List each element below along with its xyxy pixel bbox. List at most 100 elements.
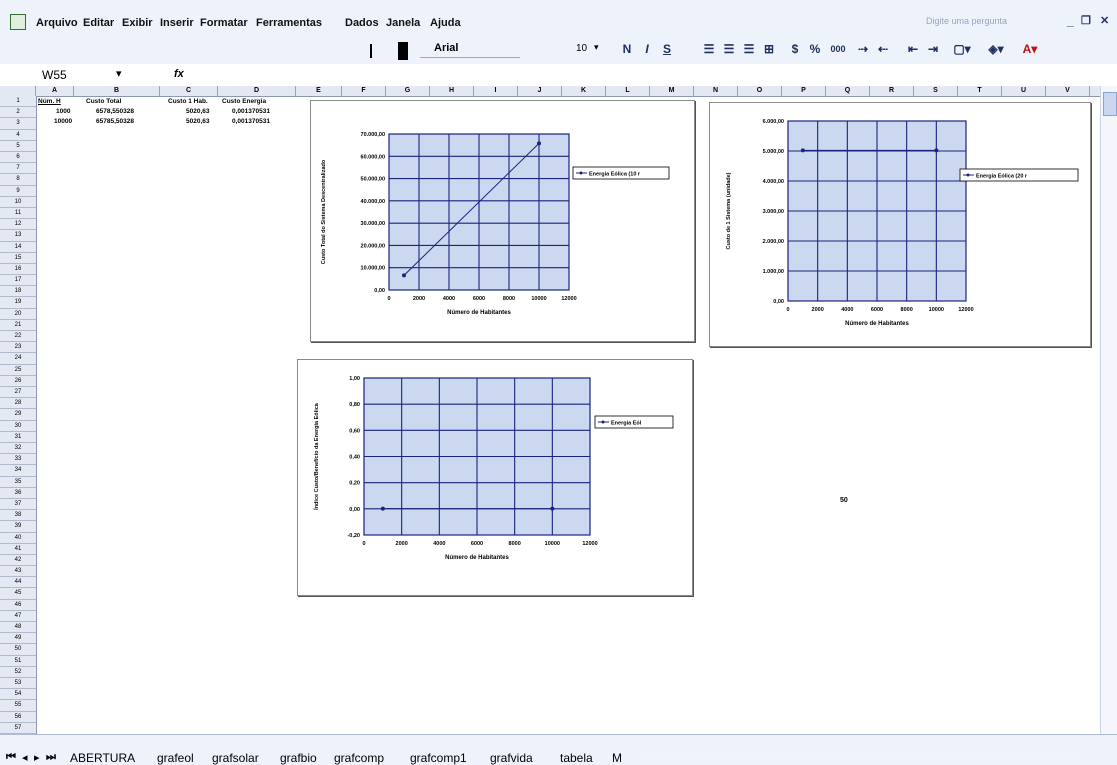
row-header[interactable]: 12 [0,219,36,231]
row-header[interactable]: 8 [0,174,36,186]
column-header-s[interactable]: S [914,86,958,96]
minimize-icon[interactable]: _ [1067,14,1074,28]
row-header[interactable]: 48 [0,622,36,634]
sheet-tab-m[interactable]: M [612,751,622,765]
row-header[interactable]: 18 [0,286,36,298]
header-custo-energia[interactable]: Custo Energia [222,98,266,105]
row-header[interactable]: 39 [0,521,36,533]
row-header[interactable]: 42 [0,555,36,567]
row-header[interactable]: 40 [0,533,36,544]
row-header[interactable]: 20 [0,309,36,320]
cell-a2[interactable]: 1000 [56,108,70,115]
row-header[interactable]: 3 [0,118,36,130]
restore-icon[interactable]: ❐ [1081,14,1091,27]
column-header-n[interactable]: N [694,86,738,96]
row-header[interactable]: 13 [0,230,36,242]
row-header[interactable]: 2 [0,107,36,119]
row-header[interactable]: 38 [0,510,36,522]
menu-dados[interactable]: Dados [345,17,379,29]
currency-icon[interactable]: $ [786,40,804,58]
fill-color-icon[interactable]: ◈▾ [982,40,1010,58]
column-header-j[interactable]: J [518,86,562,96]
column-header-r[interactable]: R [870,86,914,96]
row-header[interactable]: 24 [0,353,36,365]
row-header[interactable]: 29 [0,409,36,421]
cell-b2[interactable]: 6578,550328 [96,108,134,115]
increase-indent-icon[interactable]: ⇥ [924,40,942,58]
cell-a3[interactable]: 10000 [54,118,72,125]
font-size-box[interactable]: 10 ▾ [568,39,608,57]
merge-cells-icon[interactable]: ⊞ [760,40,778,58]
row-header[interactable]: 19 [0,297,36,309]
menu-inserir[interactable]: Inserir [160,17,194,29]
cell-d3[interactable]: 0,001370531 [232,118,270,125]
column-header-d[interactable]: D [218,86,296,96]
row-header[interactable]: 26 [0,376,36,387]
row-header[interactable]: 21 [0,320,36,332]
row-header[interactable]: 53 [0,678,36,690]
row-header[interactable]: 34 [0,465,36,477]
scrollbar-thumb[interactable] [1103,92,1117,116]
align-right-icon[interactable]: ☰ [740,40,758,58]
row-header[interactable]: 43 [0,566,36,578]
sheet-tab-grafcomp[interactable]: grafcomp [334,751,384,765]
increase-decimal-icon[interactable]: ⇢ [854,40,872,58]
column-header-q[interactable]: Q [826,86,870,96]
row-header[interactable]: 35 [0,477,36,488]
row-header[interactable]: 10 [0,197,36,208]
last-sheet-nav-icon[interactable]: ⏭ [46,751,56,764]
row-header[interactable]: 47 [0,611,36,623]
row-header[interactable]: 54 [0,689,36,701]
row-header[interactable]: 33 [0,454,36,466]
font-color-icon[interactable]: A▾ [1016,40,1044,58]
align-left-icon[interactable]: ☰ [700,40,718,58]
italic-button[interactable]: I [638,40,656,58]
prev-sheet-nav-icon[interactable]: ◂ [22,751,28,764]
menu-arquivo[interactable]: Arquivo [36,17,78,29]
next-sheet-nav-icon[interactable]: ▸ [34,751,40,764]
header-num-hab[interactable]: Núm. H [38,98,61,105]
percent-button[interactable]: % [806,40,824,58]
row-header[interactable]: 56 [0,712,36,723]
sheet-tab-abertura[interactable]: ABERTURA [70,751,135,765]
row-header[interactable]: 7 [0,163,36,175]
chart-indice-custo-beneficio[interactable]: -0,20 0,00 0,20 0,40 0,60 0,80 1,00 0 2000 4000 60… [297,359,693,596]
function-icon[interactable]: fx [174,68,184,80]
column-header-v[interactable]: V [1046,86,1090,96]
row-header[interactable]: 41 [0,544,36,555]
row-header[interactable]: 9 [0,186,36,197]
header-custo-total[interactable]: Custo Total [86,98,121,105]
column-header-p[interactable]: P [782,86,826,96]
thousands-button[interactable]: 000 [826,40,850,58]
column-header-i[interactable]: I [474,86,518,96]
row-header[interactable]: 30 [0,421,36,432]
row-header[interactable]: 17 [0,275,36,287]
row-header[interactable]: 55 [0,700,36,712]
sheet-tab-grafeol[interactable]: grafeol [157,751,194,765]
column-header-a[interactable]: A [36,86,74,96]
row-header[interactable]: 37 [0,499,36,511]
menu-editar[interactable]: Editar [83,17,114,29]
column-header-f[interactable]: F [342,86,386,96]
column-header-l[interactable]: L [606,86,650,96]
cell-d2[interactable]: 0,001370531 [232,108,270,115]
row-header[interactable]: 22 [0,331,36,343]
cell-c3[interactable]: 5020,63 [186,118,210,125]
sheet-tab-grafbio[interactable]: grafbio [280,751,317,765]
header-custo-1-hab[interactable]: Custo 1 Hab. [168,98,208,105]
close-icon[interactable]: ✕ [1100,14,1109,27]
column-header-b[interactable]: B [74,86,160,96]
row-header[interactable]: 16 [0,264,36,276]
row-header[interactable]: 23 [0,342,36,354]
row-header[interactable]: 28 [0,398,36,410]
decrease-decimal-icon[interactable]: ⇠ [874,40,892,58]
column-header-c[interactable]: C [160,86,218,96]
sheet-tab-grafvida[interactable]: grafvida [490,751,533,765]
column-header-u[interactable]: U [1002,86,1046,96]
menu-ajuda[interactable]: Ajuda [430,17,461,29]
vertical-scrollbar[interactable] [1100,86,1117,734]
menu-formatar[interactable]: Formatar [200,17,248,29]
name-box[interactable]: W55 ▾ [30,66,140,82]
sheet-tab-tabela[interactable]: tabela [560,751,593,765]
row-header[interactable]: 15 [0,253,36,264]
